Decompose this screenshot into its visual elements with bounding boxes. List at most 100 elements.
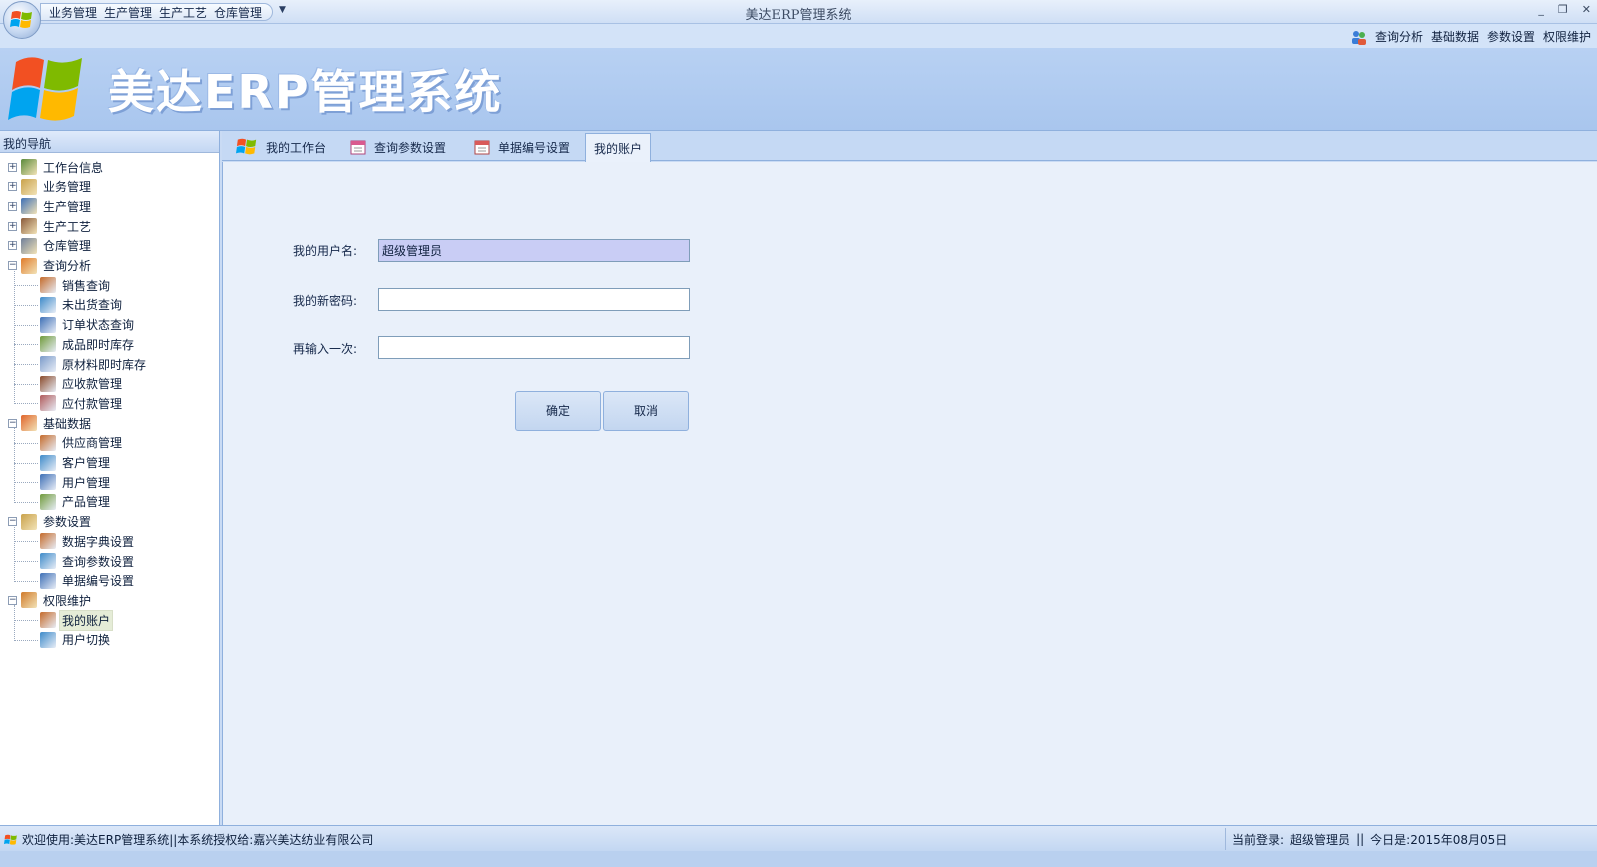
- windows-logo-icon: [236, 138, 257, 155]
- nav-group-row[interactable]: + 业务管理: [8, 177, 93, 197]
- nav-group-row[interactable]: − 基础数据: [8, 413, 93, 433]
- business-icon: [21, 178, 37, 195]
- close-button[interactable]: ✕: [1582, 3, 1591, 16]
- nav-tree: + 工作台信息 + 业务管理 + 生产管理 + 生产工艺 + 仓库管理 − 查询分析 销售查询 未出货查询…: [0, 155, 219, 815]
- expand-icon[interactable]: +: [8, 162, 17, 172]
- nav-item-row[interactable]: 供应商管理: [14, 433, 124, 453]
- nav-item-icon: [40, 277, 56, 294]
- new-password-label: 我的新密码:: [293, 294, 358, 308]
- status-login-label: 当前登录:: [1232, 832, 1285, 847]
- cancel-button[interactable]: 取消: [603, 391, 689, 431]
- tab-label: 我的账户: [594, 141, 643, 156]
- tab-my-account[interactable]: 我的账户: [585, 133, 652, 162]
- calendar-icon: [474, 140, 490, 155]
- navigation-panel: 我的导航 + 工作台信息 + 业务管理 + 生产管理 + 生产工艺 + 仓库管理 − 查询分析 销售查询…: [0, 131, 220, 843]
- nav-group-row[interactable]: − 参数设置: [8, 512, 93, 532]
- nav-item-row[interactable]: 查询参数设置: [14, 551, 136, 571]
- nav-item-label: 应付款管理: [62, 396, 123, 411]
- expand-icon[interactable]: +: [8, 241, 17, 251]
- nav-item-icon: [40, 434, 56, 451]
- status-login-user: 超级管理员: [1290, 832, 1351, 847]
- tab-query-params[interactable]: 查询参数设置: [342, 133, 454, 161]
- confirm-button[interactable]: 确定: [515, 391, 601, 431]
- nav-item-row[interactable]: 产品管理: [14, 492, 112, 512]
- collapse-icon[interactable]: −: [8, 261, 17, 270]
- tree-connector: [14, 304, 38, 306]
- nav-item-row[interactable]: 销售查询: [14, 275, 112, 295]
- nav-item-row[interactable]: 订单状态查询: [14, 315, 136, 335]
- quick-menu-query[interactable]: 查询分析: [1375, 28, 1423, 45]
- calendar-icon: [350, 140, 366, 155]
- expand-icon[interactable]: +: [8, 201, 17, 211]
- tree-connector: [14, 541, 38, 543]
- tree-connector: [14, 403, 38, 405]
- nav-group-label: 生产管理: [43, 199, 92, 214]
- expand-icon[interactable]: +: [8, 221, 17, 231]
- expand-icon[interactable]: +: [8, 182, 17, 192]
- tree-connector: [14, 605, 15, 641]
- nav-item-row[interactable]: 我的账户: [14, 609, 114, 631]
- nav-item-row[interactable]: 应收款管理: [14, 374, 124, 394]
- nav-item-icon: [40, 395, 56, 412]
- collapse-icon[interactable]: −: [8, 418, 17, 428]
- window-title: 美达ERP管理系统: [745, 8, 852, 23]
- tab-workbench[interactable]: 我的工作台: [228, 133, 334, 161]
- nav-item-label: 单据编号设置: [62, 574, 135, 589]
- username-label: 我的用户名:: [293, 244, 358, 258]
- nav-item-row[interactable]: 用户切换: [14, 630, 112, 650]
- nav-group-label: 仓库管理: [43, 239, 92, 254]
- query-icon: [21, 257, 37, 274]
- restore-button[interactable]: ❐: [1558, 3, 1568, 16]
- tree-connector: [14, 344, 38, 346]
- tab-label: 查询参数设置: [374, 140, 447, 155]
- nav-item-label: 未出货查询: [62, 298, 123, 313]
- nav-group-row[interactable]: − 权限维护: [8, 590, 93, 610]
- tab-doc-number[interactable]: 单据编号设置: [466, 133, 578, 161]
- collapse-icon[interactable]: −: [8, 517, 17, 527]
- new-password-field[interactable]: [378, 288, 690, 311]
- repeat-password-field[interactable]: [378, 336, 690, 359]
- nav-group-row[interactable]: + 仓库管理: [8, 236, 93, 256]
- base-data-icon: [21, 415, 37, 432]
- nav-group-row[interactable]: + 生产管理: [8, 196, 93, 216]
- nav-item-label: 用户切换: [62, 633, 111, 648]
- nav-item-label: 查询参数设置: [62, 554, 135, 569]
- nav-group-label: 基础数据: [43, 416, 92, 431]
- nav-item-icon: [40, 316, 56, 333]
- collapse-icon[interactable]: −: [8, 595, 17, 605]
- tab-label: 我的工作台: [266, 140, 327, 155]
- status-today: 今日是:2015年08月05日: [1370, 832, 1508, 847]
- nav-item-row[interactable]: 应付款管理: [14, 393, 124, 413]
- minimize-button[interactable]: _: [1538, 3, 1544, 16]
- permission-icon: [21, 592, 37, 609]
- quick-menu: 查询分析 基础数据 参数设置 权限维护: [1351, 28, 1591, 45]
- tree-connector: [14, 482, 38, 484]
- nav-item-row[interactable]: 未出货查询: [14, 295, 124, 315]
- nav-group-row[interactable]: − 查询分析: [8, 256, 93, 276]
- tree-connector: [14, 270, 15, 405]
- nav-item-icon: [40, 572, 56, 589]
- quick-menu-permission[interactable]: 权限维护: [1543, 28, 1591, 45]
- nav-item-row[interactable]: 单据编号设置: [14, 571, 136, 591]
- nav-item-row[interactable]: 用户管理: [14, 472, 112, 492]
- windows-logo-icon: [10, 11, 32, 28]
- quick-menu-settings[interactable]: 参数设置: [1487, 28, 1535, 45]
- tree-connector: [14, 526, 15, 582]
- quick-menu-base-data[interactable]: 基础数据: [1431, 28, 1479, 45]
- production-icon: [21, 198, 37, 215]
- nav-item-row[interactable]: 原材料即时库存: [14, 354, 148, 374]
- nav-item-label: 原材料即时库存: [62, 357, 147, 372]
- nav-item-label: 用户管理: [62, 475, 111, 490]
- nav-item-icon: [40, 612, 56, 629]
- tree-connector: [14, 383, 38, 385]
- nav-item-row[interactable]: 客户管理: [14, 453, 112, 473]
- nav-item-row[interactable]: 数据字典设置: [14, 531, 136, 551]
- nav-item-icon: [40, 296, 56, 313]
- nav-group-row[interactable]: + 工作台信息: [8, 157, 105, 177]
- nav-group-row[interactable]: + 生产工艺: [8, 216, 93, 236]
- app-menu-orb[interactable]: [3, 1, 41, 39]
- tree-connector: [14, 285, 38, 287]
- nav-item-row[interactable]: 成品即时库存: [14, 334, 136, 354]
- username-field[interactable]: [378, 239, 690, 262]
- nav-header: 我的导航: [0, 131, 219, 153]
